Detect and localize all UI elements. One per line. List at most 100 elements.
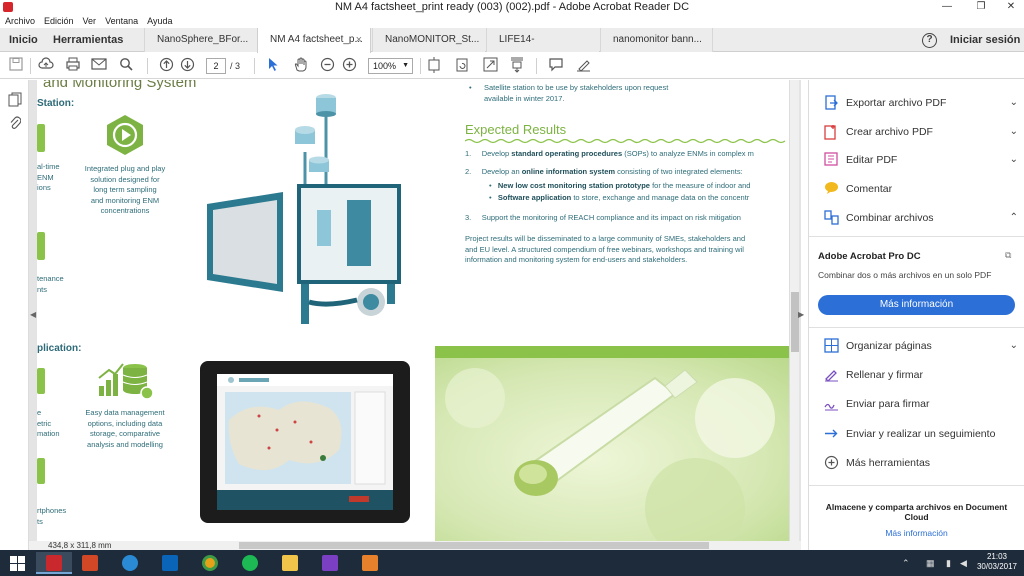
menu-ayuda[interactable]: Ayuda (147, 14, 172, 28)
search-app-icon (322, 555, 338, 571)
taskbar-internet-explorer[interactable] (112, 552, 148, 574)
save-icon[interactable] (7, 57, 25, 75)
fit-page-icon[interactable] (425, 57, 443, 75)
menu-bar: Archivo Edición Ver Ventana Ayuda (0, 14, 1024, 28)
next-page-icon[interactable] (178, 57, 196, 75)
page-total: / 3 (230, 61, 241, 71)
bullet-dot: • (469, 83, 472, 92)
taskbar-media-player[interactable] (352, 552, 388, 574)
taskbar-acrobat[interactable] (36, 552, 72, 574)
divider (809, 485, 1024, 486)
close-window-button[interactable]: ✕ (996, 0, 1024, 14)
result-item-1: 1. Develop standard operating procedures… (465, 149, 754, 158)
menu-edicion[interactable]: Edición (44, 14, 74, 28)
taskbar-chrome[interactable] (192, 552, 228, 574)
minimize-button[interactable]: — (932, 0, 962, 14)
tab-home[interactable]: Inicio (9, 28, 38, 52)
result-item-3: 3. Support the monitoring of REACH compl… (465, 213, 741, 222)
zoom-in-icon[interactable] (340, 57, 358, 75)
print-icon[interactable] (64, 57, 82, 75)
previous-page-icon[interactable] (157, 57, 175, 75)
collapse-left-pane-icon[interactable]: ◀ (30, 310, 36, 319)
doc-tab[interactable]: LIFE14-ENV_ES_00... (486, 28, 599, 69)
smartphones-caption: rtphones ts (37, 506, 67, 526)
tool-edit-pdf[interactable]: Editar PDF ⌄ (823, 150, 1018, 170)
organize-pages-icon (823, 338, 839, 354)
attachments-icon[interactable] (7, 115, 22, 130)
send-sign-icon (823, 396, 839, 412)
volume-icon[interactable]: ◀ (960, 558, 967, 569)
comment-icon[interactable] (547, 57, 565, 75)
taskbar-spotify[interactable] (232, 552, 268, 574)
network-icon[interactable]: ▦ (926, 558, 935, 569)
taskbar-powerpoint[interactable] (72, 552, 108, 574)
zoom-out-icon[interactable] (318, 57, 336, 75)
document-viewer[interactable]: and Monitoring System Station: al-time EN… (29, 80, 801, 541)
doc-tab-active[interactable]: NM A4 factsheet_p... × (257, 28, 371, 53)
collapse-right-pane-icon[interactable]: ▶ (798, 310, 804, 319)
tool-combine-files[interactable]: Combinar archivos ⌃ (823, 208, 1018, 228)
full-screen-icon[interactable] (481, 57, 499, 75)
tool-comment[interactable]: Comentar (823, 179, 1018, 199)
tool-fill-sign[interactable]: Rellenar y firmar (823, 365, 1018, 385)
vertical-scroll-thumb[interactable] (791, 292, 799, 352)
document-cloud-more-info-link[interactable]: Más información (818, 528, 1015, 538)
zoom-level-select[interactable]: 100% ▼ (368, 58, 413, 74)
more-tools-icon (823, 455, 839, 471)
sign-in-button[interactable]: Iniciar sesión (950, 28, 1020, 52)
scroll-mode-icon[interactable] (508, 57, 526, 75)
chevron-up-icon: ⌃ (1009, 212, 1018, 223)
horizontal-scroll-thumb[interactable] (239, 542, 709, 549)
tool-more-tools[interactable]: Más herramientas (823, 453, 1018, 473)
chevron-down-icon: ⌄ (1009, 340, 1018, 351)
tool-export-pdf[interactable]: Exportar archivo PDF ⌄ (823, 93, 1018, 113)
close-tab-icon[interactable]: × (356, 28, 362, 52)
doc-tab[interactable]: NanoMONITOR_St... (372, 28, 485, 52)
plug-and-play-icon (107, 115, 143, 155)
chrome-icon (202, 555, 218, 571)
tool-create-pdf[interactable]: Crear archivo PDF ⌄ (823, 122, 1018, 142)
select-cursor-icon[interactable] (264, 57, 282, 75)
page-number-input[interactable]: 2 (206, 58, 226, 74)
hand-tool-icon[interactable] (291, 57, 309, 75)
satellite-text: Satellite station to be use by stakehold… (484, 83, 669, 103)
windows-taskbar (0, 550, 1024, 576)
more-info-button[interactable]: Más información (818, 295, 1015, 315)
application-heading: plication: (37, 343, 82, 354)
page-thumbnails-icon[interactable] (7, 92, 22, 107)
restore-button[interactable]: ❐ (966, 0, 996, 14)
file-explorer-icon (282, 555, 298, 571)
media-player-icon (362, 555, 378, 571)
zoom-value: 100% (373, 61, 397, 71)
rotate-icon[interactable] (453, 57, 471, 75)
search-icon[interactable] (117, 57, 135, 75)
left-navigation-pane (0, 80, 29, 550)
promo-options-icon[interactable]: ⧉ (1005, 250, 1011, 261)
taskbar-search-app[interactable] (312, 552, 348, 574)
help-icon[interactable]: ? (922, 33, 937, 48)
upload-cloud-icon[interactable] (37, 57, 55, 75)
tray-expand-icon[interactable]: ⌃ (902, 558, 910, 569)
menu-ver[interactable]: Ver (83, 14, 97, 28)
menu-ventana[interactable]: Ventana (105, 14, 138, 28)
doc-tab[interactable]: NanoSphere_BFor... (144, 28, 257, 52)
tool-send-sign[interactable]: Enviar para firmar (823, 394, 1018, 414)
horizontal-scrollbar[interactable] (29, 541, 801, 550)
start-button[interactable] (0, 552, 36, 574)
tool-organize-pages[interactable]: Organizar páginas ⌄ (823, 336, 1018, 356)
email-icon[interactable] (90, 57, 108, 75)
combine-icon (823, 210, 839, 226)
taskbar-clock[interactable]: 21:03 30/03/2017 (974, 552, 1020, 572)
sign-pen-icon[interactable] (574, 57, 592, 75)
doc-tab[interactable]: nanomonitor bann... (600, 28, 713, 52)
send-track-icon (823, 426, 839, 442)
internet-explorer-icon (122, 555, 138, 571)
tool-send-track[interactable]: Enviar y realizar un seguimiento (823, 424, 1018, 444)
plug-and-play-caption: Integrated plug and play solution designe… (84, 164, 166, 215)
tab-tools[interactable]: Herramientas (53, 28, 123, 52)
taskbar-file-explorer[interactable] (272, 552, 308, 574)
chevron-down-icon: ⌄ (1009, 154, 1018, 165)
battery-icon[interactable]: ▮ (946, 558, 951, 569)
menu-archivo[interactable]: Archivo (5, 14, 35, 28)
taskbar-outlook[interactable] (152, 552, 188, 574)
